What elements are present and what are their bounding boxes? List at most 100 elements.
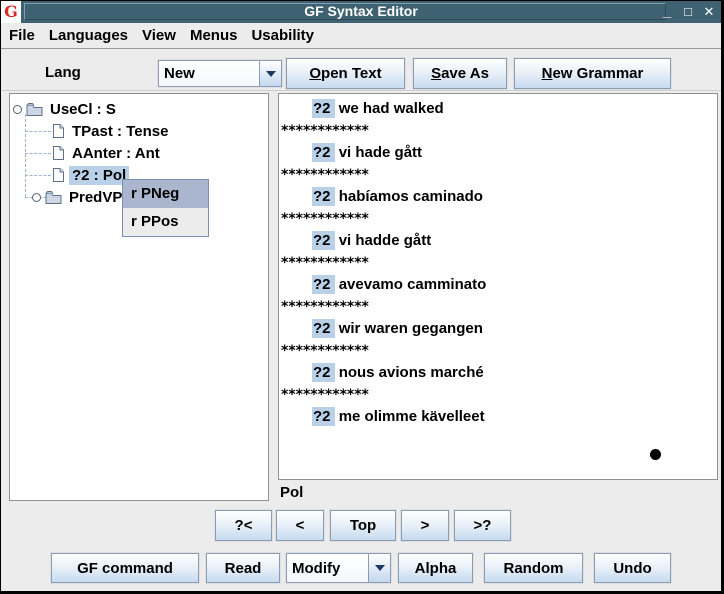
metavariable-badge: ?2 [312, 363, 335, 382]
nav-prev-button[interactable]: < [276, 510, 324, 541]
separator-line: ************ [279, 252, 717, 274]
open-text-button[interactable]: Open Text [286, 58, 405, 89]
output-line: ?2 nous avions marché [279, 362, 717, 384]
menubar: File Languages View Menus Usability [1, 23, 721, 49]
menu-languages[interactable]: Languages [49, 27, 128, 44]
linearization-output-area[interactable]: ?2 we had walked ************ ?2 vi hade… [278, 93, 718, 480]
chevron-down-icon [266, 71, 276, 77]
nav-last-button[interactable]: >? [454, 510, 511, 541]
tree-node-label: ?2 : Pol [69, 166, 129, 185]
output-text: vi hadde gått [339, 232, 432, 249]
save-as-mnemonic: S [431, 65, 441, 82]
document-icon [52, 145, 65, 161]
output-text: avevamo camminato [339, 276, 487, 293]
metavariable-badge: ?2 [312, 407, 335, 426]
output-line: ?2 wir waren gegangen [279, 318, 717, 340]
output-line: ?2 habíamos caminado [279, 186, 717, 208]
document-icon [52, 167, 65, 183]
close-icon[interactable]: ✕ [702, 5, 716, 19]
tree-node-tpast[interactable]: TPast : Tense [52, 120, 171, 142]
tree-node-label: AAnter : Ant [69, 144, 163, 163]
tree-node-aanter[interactable]: AAnter : Ant [52, 142, 163, 164]
tree-node-label: PredVP [66, 188, 125, 207]
separator-line: ************ [279, 208, 717, 230]
output-dot [650, 449, 661, 460]
modify-combobox[interactable]: Modify [286, 553, 391, 583]
status-text: Pol [280, 484, 303, 501]
save-as-label: Save As [431, 65, 489, 82]
output-line: ?2 we had walked [279, 98, 717, 120]
nav-next-button[interactable]: > [401, 510, 449, 541]
gf-logo: G [1, 1, 21, 23]
separator-line: ************ [279, 164, 717, 186]
separator-line: ************ [279, 384, 717, 406]
chevron-down-icon [375, 565, 385, 571]
output-line: ?2 vi hadde gått [279, 230, 717, 252]
tree-connector-line [25, 114, 26, 197]
metavariable-badge: ?2 [312, 319, 335, 338]
undo-button[interactable]: Undo [594, 553, 671, 583]
window-controls: _ □ ✕ [660, 1, 716, 23]
nav-first-button[interactable]: ?< [215, 510, 272, 541]
collapse-handle-icon[interactable] [32, 193, 41, 202]
tree-node-predvp[interactable]: PredVP [32, 186, 125, 208]
expand-handle-icon[interactable] [13, 105, 22, 114]
language-combobox-arrow[interactable] [259, 61, 281, 86]
tree-node-q2-pol[interactable]: ?2 : Pol [52, 164, 129, 186]
tree-node-usecl[interactable]: UseCl : S [13, 98, 119, 120]
new-grammar-rest: ew Grammar [552, 65, 643, 82]
output-text: habíamos caminado [339, 188, 483, 205]
menu-usability[interactable]: Usability [251, 27, 314, 44]
minimize-icon[interactable]: _ [660, 5, 674, 19]
menu-view[interactable]: View [142, 27, 176, 44]
popup-item-ppos[interactable]: r PPos [123, 208, 208, 236]
open-text-mnemonic: O [309, 65, 321, 82]
modify-combobox-arrow[interactable] [368, 554, 390, 582]
output-line: ?2 vi hade gått [279, 142, 717, 164]
new-grammar-mnemonic: N [542, 65, 553, 82]
lang-label: Lang [45, 64, 81, 81]
metavariable-badge: ?2 [312, 231, 335, 250]
tree-node-label: UseCl : S [47, 100, 119, 119]
nav-top-button[interactable]: Top [330, 510, 396, 541]
menu-menus[interactable]: Menus [190, 27, 238, 44]
metavariable-badge: ?2 [312, 187, 335, 206]
tree-connector-line [25, 153, 51, 154]
tree-connector-line [25, 175, 51, 176]
output-text: vi hade gått [339, 144, 422, 161]
output-text: wir waren gegangen [339, 320, 483, 337]
modify-combobox-value: Modify [287, 554, 368, 582]
menu-file[interactable]: File [9, 27, 35, 44]
window-title: GF Syntax Editor [1, 3, 721, 19]
save-as-rest: ave As [441, 65, 489, 82]
popup-item-pneg[interactable]: r PNeg [123, 180, 208, 208]
maximize-icon[interactable]: □ [681, 5, 695, 19]
separator-line: ************ [279, 120, 717, 142]
output-text: we had walked [339, 100, 444, 117]
titlebar: GF Syntax Editor _ □ ✕ [1, 1, 721, 23]
metavariable-badge: ?2 [312, 275, 335, 294]
folder-icon [45, 190, 62, 204]
metavariable-badge: ?2 [312, 99, 335, 118]
gf-command-button[interactable]: GF command [51, 553, 199, 583]
output-line: ?2 me olimme kävelleet [279, 406, 717, 428]
read-button[interactable]: Read [206, 553, 280, 583]
new-grammar-button[interactable]: New Grammar [514, 58, 671, 89]
tree-connector-line [25, 131, 51, 132]
syntax-tree-panel[interactable]: UseCl : S TPast : Tense AAnter : Ant ?2 … [9, 93, 269, 501]
refinement-popup-menu: r PNeg r PPos [122, 179, 209, 237]
save-as-button[interactable]: Save As [413, 58, 507, 89]
gf-logo-letter: G [4, 4, 18, 20]
folder-icon [26, 102, 43, 116]
alpha-button[interactable]: Alpha [398, 553, 473, 583]
tree-node-label: TPast : Tense [69, 122, 171, 141]
gf-syntax-editor-window: GF Syntax Editor _ □ ✕ G File Languages … [0, 0, 724, 594]
output-text: nous avions marché [339, 364, 484, 381]
random-button[interactable]: Random [484, 553, 583, 583]
open-text-label: Open Text [309, 65, 381, 82]
output-line: ?2 avevamo camminato [279, 274, 717, 296]
metavariable-badge: ?2 [312, 143, 335, 162]
output-text: me olimme kävelleet [339, 408, 485, 425]
language-combobox[interactable]: New [158, 60, 282, 87]
open-text-rest: pen Text [321, 65, 382, 82]
